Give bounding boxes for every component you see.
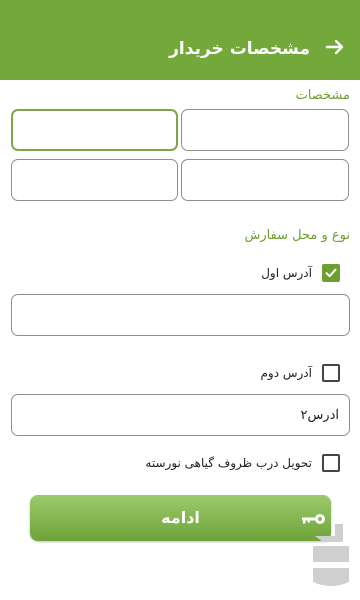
address1-option[interactable]: آدرس اول (261, 262, 340, 284)
app-bar: مشخصات خریدار (0, 0, 360, 80)
address1-field[interactable] (11, 294, 350, 336)
details-input-1[interactable] (13, 111, 176, 149)
address2-field[interactable] (11, 394, 350, 436)
address2-label: آدرس دوم (260, 366, 312, 380)
app-store-logo-icon (313, 524, 349, 586)
address1-checkbox[interactable] (322, 264, 340, 282)
address2-checkbox[interactable] (322, 364, 340, 382)
address1-input[interactable] (12, 295, 349, 335)
details-field-2[interactable] (181, 109, 349, 151)
address2-input[interactable] (12, 395, 349, 435)
details-field-1[interactable] (11, 109, 178, 151)
order-section-label: نوع و محل سفارش (244, 228, 350, 243)
address2-option[interactable]: آدرس دوم (260, 362, 340, 384)
address1-label: آدرس اول (261, 266, 312, 280)
details-field-4[interactable] (181, 159, 349, 201)
continue-button-label: ادامه (161, 508, 200, 527)
plant-pot-label: تحویل درب ظروف گیاهی نورسته (145, 456, 312, 470)
details-input-3[interactable] (12, 160, 177, 200)
details-section-label: مشخصات (295, 88, 350, 103)
page-title: مشخصات خریدار (169, 39, 310, 59)
plant-pot-option[interactable]: تحویل درب ظروف گیاهی نورسته (145, 452, 340, 474)
continue-button[interactable]: ادامه (30, 495, 331, 541)
details-input-4[interactable] (182, 160, 348, 200)
arrow-right-icon[interactable] (324, 36, 346, 58)
details-input-2[interactable] (182, 110, 348, 150)
plant-pot-checkbox[interactable] (322, 454, 340, 472)
details-field-3[interactable] (11, 159, 178, 201)
checkmark-icon (325, 268, 337, 278)
